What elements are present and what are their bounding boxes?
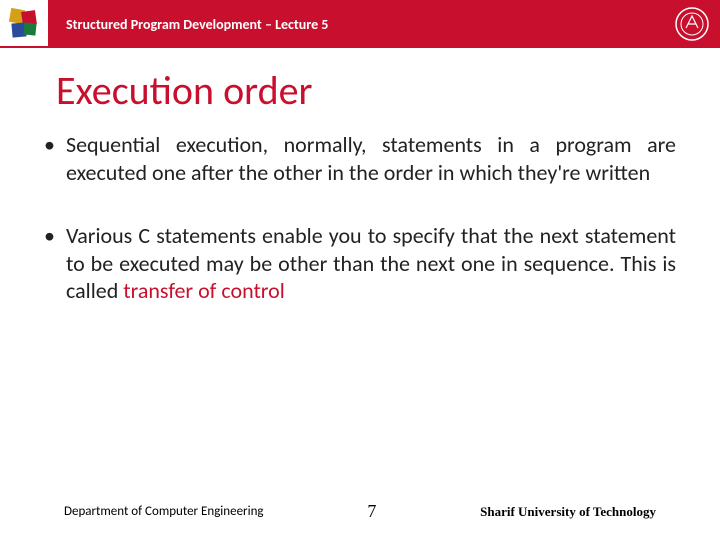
bullet-text: Sequential execution, normally, statemen… — [66, 131, 676, 186]
footer-university: Sharif University of Technology — [480, 504, 656, 520]
slide-content: Sequential execution, normally, statemen… — [0, 131, 720, 305]
slide-title: Execution order — [56, 66, 720, 115]
university-seal-icon — [674, 6, 710, 42]
footer: Department of Computer Engineering 7 Sha… — [0, 501, 720, 522]
bullet-item: Sequential execution, normally, statemen… — [44, 131, 676, 186]
footer-department: Department of Computer Engineering — [64, 504, 264, 519]
header-title: Structured Program Development – Lecture… — [66, 16, 328, 33]
page-number: 7 — [367, 501, 376, 522]
header-bar: Structured Program Development – Lecture… — [0, 0, 720, 48]
bullet-highlight: transfer of control — [123, 277, 285, 304]
bullet-item: Various C statements enable you to speci… — [44, 222, 676, 305]
puzzle-logo-icon — [0, 0, 48, 48]
